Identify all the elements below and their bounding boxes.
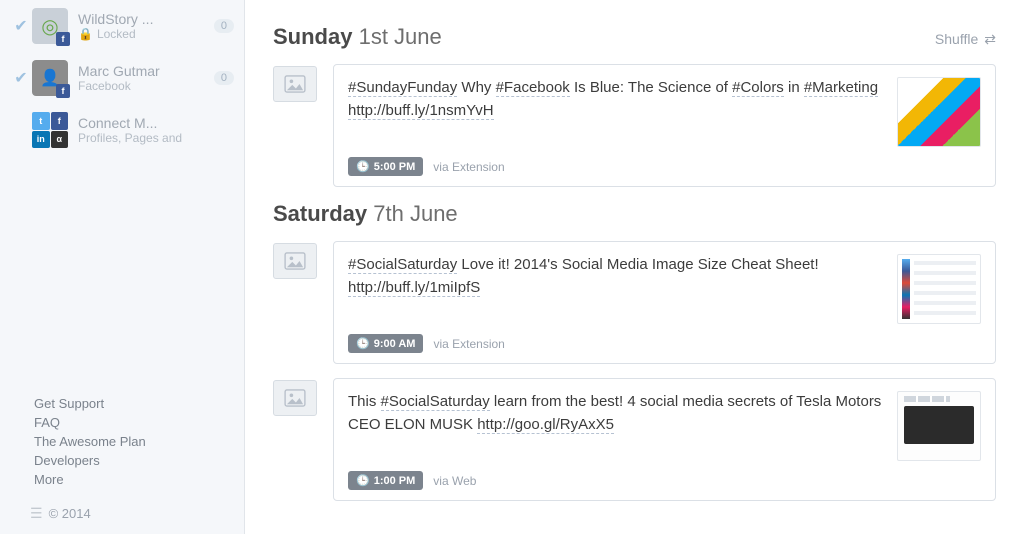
image-icon [284, 75, 306, 93]
post-hashtag: #SundayFunday [348, 79, 457, 97]
footer-copyright: ☰ © 2014 [0, 499, 244, 534]
day-date: 1st June [352, 24, 441, 49]
account-subtitle: 🔒 Locked [78, 27, 208, 41]
post-body: This #SocialSaturday learn from the best… [348, 391, 981, 461]
appnet-icon: α [51, 131, 69, 149]
post-hashtag: #Colors [732, 79, 784, 97]
post-meta: 🕒 1:00 PM via Web [348, 461, 981, 490]
post-preview-image[interactable] [897, 254, 981, 324]
image-icon [284, 252, 306, 270]
post-link[interactable]: http://goo.gl/RyAxX5 [477, 416, 614, 434]
post-text-segment: Why [457, 79, 495, 96]
post-card[interactable]: This #SocialSaturday learn from the best… [333, 378, 996, 501]
queue-main: Sunday 1st June Shuffle ⇄ #SundayFunday Why… [245, 0, 1024, 534]
account-subtitle: Facebook [78, 79, 208, 93]
connect-info: Connect M... Profiles, Pages and [78, 115, 234, 145]
post-text: #SundayFunday Why #Facebook Is Blue: The… [348, 77, 883, 122]
connect-title: Connect M... [78, 115, 234, 131]
account-name: WildStory ... [78, 11, 208, 27]
scheduled-time-chip[interactable]: 🕒 5:00 PM [348, 157, 423, 176]
scheduled-time: 5:00 PM [374, 161, 416, 173]
post-source: via Web [433, 474, 476, 488]
post-meta: 🕒 5:00 PM via Extension [348, 147, 981, 176]
footer-link-more[interactable]: More [34, 470, 244, 489]
day-name: Sunday [273, 24, 352, 49]
day-date: 7th June [367, 201, 458, 226]
post-preview-image[interactable] [897, 77, 981, 147]
account-info: WildStory ... 🔒 Locked [78, 11, 208, 41]
post-text-segment: Is Blue: The Science of [570, 79, 732, 96]
sidebar: ✔ ◎ f WildStory ... 🔒 Locked 0 ✔ 👤 f Mar [0, 0, 245, 534]
queue-count-badge: 0 [214, 19, 234, 33]
post-body: #SocialSaturday Love it! 2014's Social M… [348, 254, 981, 324]
facebook-badge-icon: f [56, 32, 70, 46]
post-link[interactable]: http://buff.ly/1miIpfS [348, 279, 480, 297]
footer-link-faq[interactable]: FAQ [34, 413, 244, 432]
account-name: Marc Gutmar [78, 63, 208, 79]
drag-handle[interactable] [273, 66, 317, 102]
drag-handle[interactable] [273, 380, 317, 416]
day-header: Saturday 7th June [273, 201, 996, 227]
twitter-icon: t [32, 112, 50, 130]
post-text-segment: Love it! 2014's Social Media Image Size … [457, 256, 818, 273]
image-icon [284, 389, 306, 407]
check-icon: ✔ [10, 16, 32, 36]
post-text: This #SocialSaturday learn from the best… [348, 391, 883, 436]
queue-count-badge: 0 [214, 71, 234, 85]
check-icon: ✔ [10, 68, 32, 88]
avatar: ◎ f [32, 8, 68, 44]
clock-icon: 🕒 [356, 474, 370, 487]
connect-networks-icon: t f in α [32, 112, 68, 148]
footer-link-support[interactable]: Get Support [34, 394, 244, 413]
post-card[interactable]: #SocialSaturday Love it! 2014's Social M… [333, 241, 996, 364]
post-hashtag: #SocialSaturday [348, 256, 457, 274]
footer-link-developers[interactable]: Developers [34, 451, 244, 470]
connect-more-row[interactable]: t f in α Connect M... Profiles, Pages an… [0, 104, 244, 156]
drag-handle[interactable] [273, 243, 317, 279]
clock-icon: 🕒 [356, 337, 370, 350]
account-info: Marc Gutmar Facebook [78, 63, 208, 93]
post-row: This #SocialSaturday learn from the best… [273, 378, 996, 501]
post-text-segment: This [348, 393, 381, 410]
post-text: #SocialSaturday Love it! 2014's Social M… [348, 254, 883, 299]
post-text-segment: in [784, 79, 804, 96]
day-header: Sunday 1st June Shuffle ⇄ [273, 24, 996, 50]
day-title: Saturday 7th June [273, 201, 458, 227]
scheduled-time-chip[interactable]: 🕒 9:00 AM [348, 334, 423, 353]
day-title: Sunday 1st June [273, 24, 442, 50]
post-body: #SundayFunday Why #Facebook Is Blue: The… [348, 77, 981, 147]
account-row[interactable]: ✔ ◎ f WildStory ... 🔒 Locked 0 [0, 0, 244, 52]
post-link[interactable]: http://buff.ly/1nsmYvH [348, 102, 494, 120]
scheduled-time-chip[interactable]: 🕒 1:00 PM [348, 471, 423, 490]
clock-icon: 🕒 [356, 160, 370, 173]
post-hashtag: #Facebook [496, 79, 570, 97]
scheduled-time: 1:00 PM [374, 475, 416, 487]
shuffle-label: Shuffle [935, 31, 978, 47]
account-row[interactable]: ✔ 👤 f Marc Gutmar Facebook 0 [0, 52, 244, 104]
post-meta: 🕒 9:00 AM via Extension [348, 324, 981, 353]
post-row: #SocialSaturday Love it! 2014's Social M… [273, 241, 996, 364]
connect-subtitle: Profiles, Pages and [78, 131, 234, 145]
post-source: via Extension [433, 337, 504, 351]
post-card[interactable]: #SundayFunday Why #Facebook Is Blue: The… [333, 64, 996, 187]
lock-icon: 🔒 [78, 27, 93, 41]
post-source: via Extension [433, 160, 504, 174]
shuffle-icon: ⇄ [984, 31, 996, 48]
accounts-list: ✔ ◎ f WildStory ... 🔒 Locked 0 ✔ 👤 f Mar [0, 0, 244, 156]
footer-links: Get Support FAQ The Awesome Plan Develop… [0, 394, 244, 499]
post-preview-image[interactable] [897, 391, 981, 461]
facebook-icon: f [51, 112, 69, 130]
post-hashtag: #Marketing [804, 79, 878, 97]
buffer-logo-icon: ☰ [30, 505, 43, 522]
linkedin-icon: in [32, 131, 50, 149]
facebook-badge-icon: f [56, 84, 70, 98]
shuffle-button[interactable]: Shuffle ⇄ [935, 31, 996, 48]
scheduled-time: 9:00 AM [374, 338, 416, 350]
avatar: 👤 f [32, 60, 68, 96]
footer-link-plan[interactable]: The Awesome Plan [34, 432, 244, 451]
post-hashtag: #SocialSaturday [381, 393, 490, 411]
post-row: #SundayFunday Why #Facebook Is Blue: The… [273, 64, 996, 187]
day-name: Saturday [273, 201, 367, 226]
